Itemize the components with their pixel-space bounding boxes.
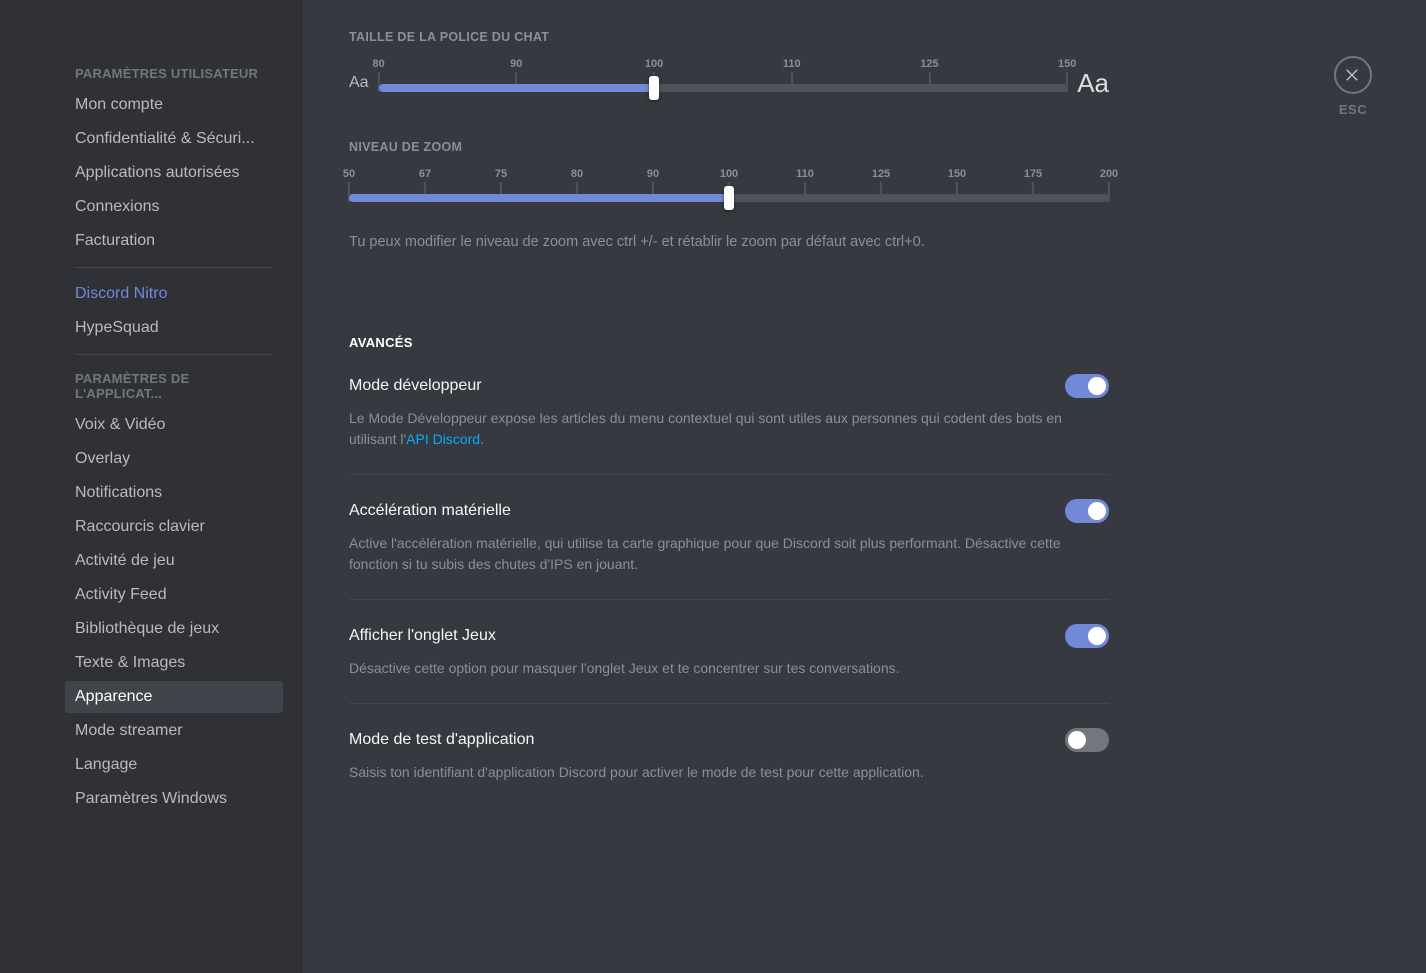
setting-title: Afficher l'onglet Jeux: [349, 627, 496, 645]
font-size-slider[interactable]: 8090100110125150: [379, 58, 1068, 108]
setting-row: Mode développeur Le Mode Développeur expo…: [349, 374, 1109, 475]
zoom-slider[interactable]: 5067758090100110125150175200: [349, 168, 1109, 218]
toggle-switch[interactable]: [1065, 374, 1109, 398]
sidebar-item[interactable]: Facturation: [65, 225, 283, 257]
toggle-knob: [1088, 377, 1106, 395]
settings-sidebar: PARAMÈTRES UTILISATEUR Mon compteConfide…: [0, 0, 303, 973]
sidebar-item[interactable]: Langage: [65, 749, 283, 781]
sidebar-item[interactable]: Paramètres Windows: [65, 783, 283, 815]
sidebar-item[interactable]: Bibliothèque de jeux: [65, 613, 283, 645]
close-button[interactable]: [1334, 56, 1372, 94]
font-size-section: TAILLE DE LA POLICE DU CHAT Aa 809010011…: [349, 30, 1109, 108]
api-link[interactable]: API Discord: [406, 431, 480, 447]
toggle-switch[interactable]: [1065, 624, 1109, 648]
setting-description: Active l'accélération matérielle, qui ut…: [349, 533, 1109, 575]
sidebar-item[interactable]: Mode streamer: [65, 715, 283, 747]
sidebar-item[interactable]: Overlay: [65, 443, 283, 475]
setting-row: Mode de test d'application Saisis ton ide…: [349, 728, 1109, 807]
zoom-section: NIVEAU DE ZOOM 5067758090100110125150175…: [349, 140, 1109, 254]
sidebar-separator: [75, 267, 273, 268]
sidebar-separator: [75, 354, 273, 355]
sidebar-item[interactable]: Discord Nitro: [65, 278, 283, 310]
sidebar-item[interactable]: Applications autorisées: [65, 157, 283, 189]
sidebar-item[interactable]: Apparence: [65, 681, 283, 713]
sidebar-header-user: PARAMÈTRES UTILISATEUR: [65, 60, 283, 87]
sidebar-item[interactable]: Activity Feed: [65, 579, 283, 611]
setting-title: Mode de test d'application: [349, 731, 534, 749]
font-size-label: TAILLE DE LA POLICE DU CHAT: [349, 30, 1109, 44]
sidebar-header-app: PARAMÈTRES DE L'APPLICAT...: [65, 365, 283, 407]
sidebar-item[interactable]: Mon compte: [65, 89, 283, 121]
setting-row: Afficher l'onglet Jeux Désactive cette op…: [349, 624, 1109, 704]
setting-title: Mode développeur: [349, 377, 482, 395]
setting-row: Accélération matérielle Active l'accéléra…: [349, 499, 1109, 600]
setting-title: Accélération matérielle: [349, 502, 511, 520]
close-label: ESC: [1339, 102, 1367, 117]
sidebar-item[interactable]: Connexions: [65, 191, 283, 223]
advanced-section-title: AVANCÉS: [349, 335, 1109, 350]
sidebar-item[interactable]: Voix & Vidéo: [65, 409, 283, 441]
setting-description: Saisis ton identifiant d'application Dis…: [349, 762, 1109, 783]
sidebar-item[interactable]: HypeSquad: [65, 312, 283, 344]
toggle-switch[interactable]: [1065, 499, 1109, 523]
font-size-sample-small: Aa: [349, 74, 369, 92]
sidebar-item[interactable]: Activité de jeu: [65, 545, 283, 577]
settings-content: ESC TAILLE DE LA POLICE DU CHAT Aa 80901…: [303, 0, 1426, 973]
zoom-label: NIVEAU DE ZOOM: [349, 140, 1109, 154]
toggle-knob: [1088, 627, 1106, 645]
sidebar-item[interactable]: Raccourcis clavier: [65, 511, 283, 543]
sidebar-item[interactable]: Texte & Images: [65, 647, 283, 679]
zoom-hint: Tu peux modifier le niveau de zoom avec …: [349, 232, 1109, 254]
setting-description: Désactive cette option pour masquer l'on…: [349, 658, 1109, 679]
toggle-knob: [1088, 502, 1106, 520]
setting-description: Le Mode Développeur expose les articles …: [349, 408, 1109, 450]
close-icon: [1344, 66, 1362, 84]
zoom-slider-thumb[interactable]: [724, 186, 734, 210]
toggle-knob: [1068, 731, 1086, 749]
sidebar-item[interactable]: Notifications: [65, 477, 283, 509]
toggle-switch[interactable]: [1065, 728, 1109, 752]
font-size-sample-large: Aa: [1077, 68, 1109, 99]
sidebar-item[interactable]: Confidentialité & Sécuri...: [65, 123, 283, 155]
font-size-slider-thumb[interactable]: [649, 76, 659, 100]
